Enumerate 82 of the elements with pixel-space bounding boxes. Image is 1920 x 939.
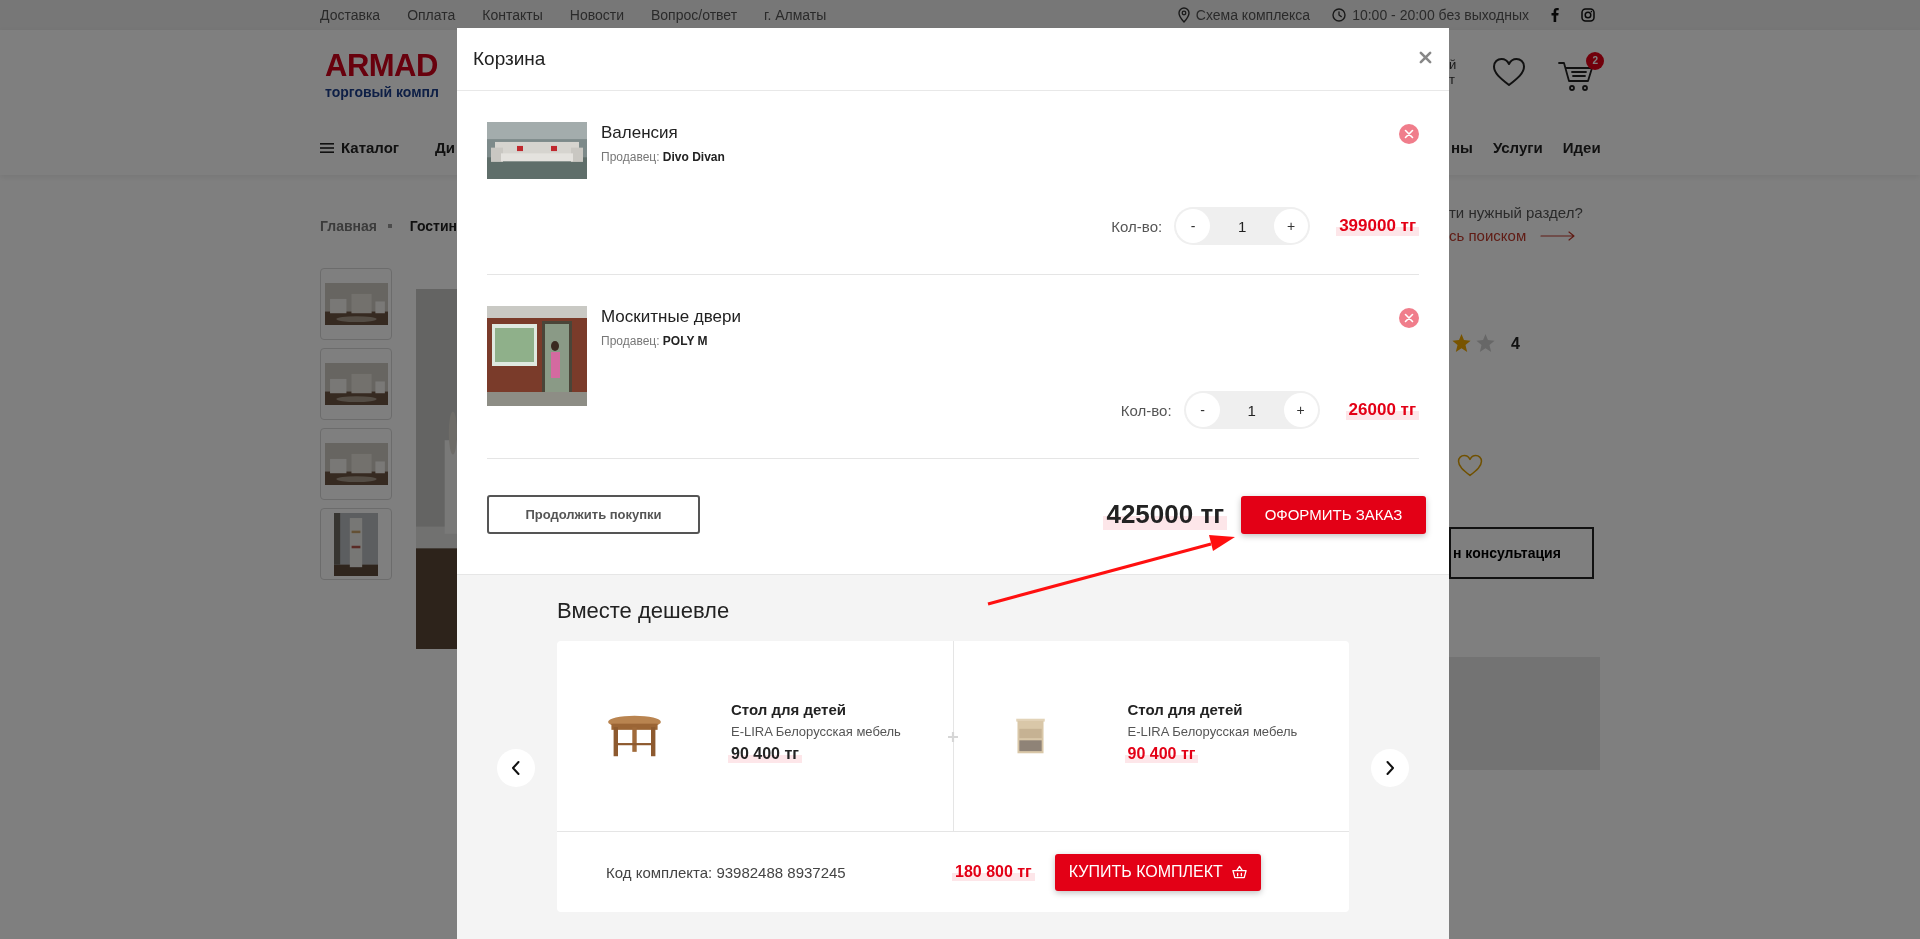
chevron-right-icon [1385,759,1395,776]
facebook-icon [1551,8,1559,22]
social-link[interactable] [1551,8,1559,22]
close-icon [1419,50,1432,64]
favorite-button[interactable] [1457,454,1483,477]
logo-subtitle: торговый компл [325,84,440,100]
increase-button[interactable]: + [1274,209,1309,243]
heart-icon [1457,454,1483,477]
quantity-label: Кол-во: [1120,401,1172,419]
seller-name: E-LIRA Белорусская мебель [1127,724,1298,739]
quantity-value: 1 [1247,401,1256,419]
product-name[interactable]: Стол для детей [1127,701,1243,718]
nav-item[interactable]: Ди [435,139,455,156]
quantity-stepper[interactable]: - 1 + [1174,207,1311,245]
breadcrumb-link[interactable]: Главная [320,218,377,234]
cart-badge: 2 [1586,51,1605,70]
seller-line: Продавец: POLY M [601,334,709,348]
close-button[interactable] [1419,50,1432,64]
remove-button[interactable] [1399,308,1419,328]
map-link[interactable]: Схема комплекса [1177,7,1311,23]
thumbnail-frame[interactable] [320,348,392,420]
consultation-button[interactable]: н консультация [1449,527,1594,579]
set-code: Код комплекта: 93982488 8937245 [606,863,847,881]
modal-title: Корзина [473,48,546,70]
product-price: 90 400 тг [728,745,802,763]
nav-link[interactable]: Вопрос/ответ [651,7,738,23]
plus-icon [947,732,958,742]
review-count: 4 [1511,334,1520,353]
breadcrumb-link[interactable]: Гостин [409,218,457,234]
item-price: 399000 тг [1336,216,1419,236]
item-price: 26000 тг [1345,400,1419,420]
buy-set-button[interactable]: КУПИТЬ КОМПЛЕКТ [1054,853,1261,891]
seller-name: E-LIRA Белорусская мебель [731,724,901,739]
nav-link[interactable]: Оплата [407,7,456,23]
nav-link[interactable]: Новости [569,7,624,23]
nav-item[interactable]: ны [1451,139,1473,156]
clock-icon [1332,8,1347,22]
map-pin-icon [1177,7,1190,23]
carousel-prev-button[interactable] [497,748,535,787]
instagram-icon [1581,8,1595,22]
thumbnail-frame[interactable] [320,268,392,340]
search-link[interactable]: сь поиском [1449,227,1527,244]
product-price: 90 400 тг [1124,745,1199,763]
product-name[interactable]: Москитные двери [601,306,741,328]
thumbnail-frame[interactable] [320,428,392,500]
checkout-button[interactable]: ОФОРМИТЬ ЗАКАЗ [1241,495,1426,534]
nav-item[interactable]: Идеи [1562,139,1601,156]
basket-icon [1231,865,1247,879]
product-name[interactable]: Валенсия [601,122,678,144]
catalog-menu[interactable]: Каталог [320,139,400,156]
remove-icon [1399,308,1419,328]
social-link[interactable] [1581,8,1595,22]
increase-button[interactable]: + [1283,393,1318,427]
product-name[interactable]: Стол для детей [731,701,846,718]
set-price: 180 800 тг [952,863,1035,881]
header-label[interactable]: т [1449,72,1457,87]
quantity-value: 1 [1237,217,1247,235]
section-title: Вместе дешевле [557,597,731,625]
quantity-stepper[interactable]: - 1 + [1183,391,1320,429]
decrease-button[interactable]: - [1176,209,1211,243]
remove-button[interactable] [1399,124,1419,144]
thumbnail-frame[interactable] [320,508,392,580]
opening-hours: 10:00 - 20:00 без выходных [1332,7,1529,23]
nav-link[interactable]: Контакты [482,7,543,23]
header-label[interactable]: й [1449,57,1457,72]
quantity-label: Кол-во: [1111,217,1163,235]
nav-item[interactable]: Услуги [1492,139,1543,156]
decrease-button[interactable]: - [1185,393,1220,427]
seller-line: Продавец: Divo Divan [601,150,725,164]
menu-icon [320,142,334,153]
logo-text[interactable]: ARMAD [325,50,457,82]
favorites-link[interactable] [1492,57,1527,87]
remove-icon [1399,124,1419,144]
nav-link[interactable]: г. Алматы [764,7,827,23]
cart-link[interactable]: 2 [1558,51,1605,93]
arrow-right-icon [1540,230,1577,241]
nav-link[interactable]: Доставка [320,7,381,23]
heart-icon [1492,57,1527,87]
search-hint: ти нужный раздел? [1449,204,1584,221]
continue-shopping-button[interactable]: Продолжить покупки [487,495,700,534]
carousel-next-button[interactable] [1371,748,1409,787]
chevron-left-icon [511,759,521,776]
